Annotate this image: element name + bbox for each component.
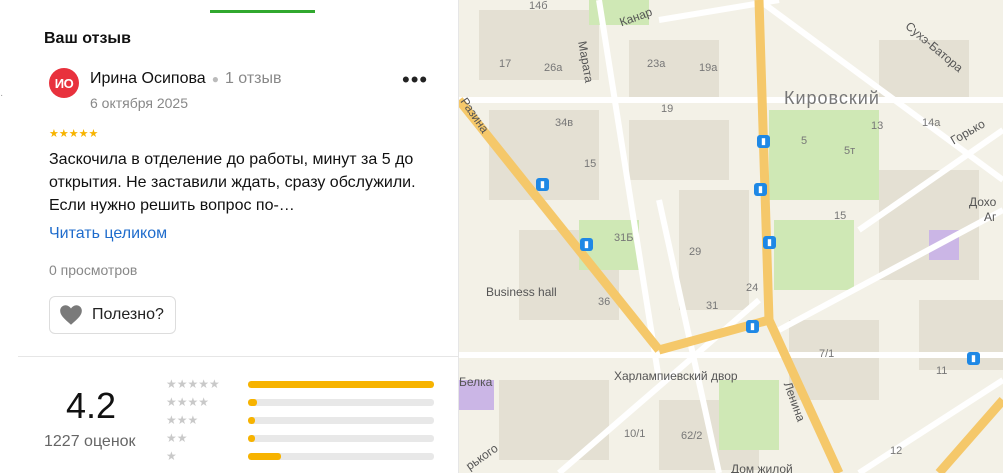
review-text: Заскочила в отделение до работы, минут з… [49, 151, 416, 214]
distribution-fill [248, 381, 434, 388]
section-title: Ваш отзыв [44, 30, 131, 47]
house-number: 5т [844, 145, 856, 157]
author-name[interactable]: Ирина Осипова [90, 70, 206, 87]
house-number: 17 [499, 58, 512, 70]
house-number: 15 [584, 158, 597, 170]
house-number: 12 [890, 445, 903, 457]
views-count: 0 просмотров [49, 262, 138, 278]
author-separator: ● [211, 72, 219, 86]
distribution-stars-2: ★★ [166, 431, 188, 445]
review-panel: Ваш отзыв ИО Ирина Осипова ● 1 отзыв 6 окт… [18, 0, 459, 473]
poi-dohod[interactable]: Дохо [969, 195, 996, 209]
poi-kharlampievsky[interactable]: Харлампиевский двор [614, 369, 738, 383]
bus-stop-icon[interactable]: ▮ [746, 320, 759, 333]
poi-belka[interactable]: Белка [459, 375, 492, 389]
distribution-bar-3 [248, 417, 434, 424]
map-view[interactable]: Марата Канар Разина Сухэ-Батора Горько Л… [459, 0, 1003, 473]
poi-ag[interactable]: Аг [984, 210, 996, 224]
distribution-stars-5: ★★★★★ [166, 377, 220, 391]
author-review-count: 1 отзыв [224, 70, 282, 87]
house-number: 14б [529, 0, 548, 12]
bus-stop-icon[interactable]: ▮ [763, 236, 776, 249]
useful-label: Полезно? [92, 306, 164, 323]
house-number: 15 [834, 210, 847, 222]
distribution-bar-2 [248, 435, 434, 442]
author-line: Ирина Осипова ● 1 отзыв [90, 70, 282, 88]
read-more-link[interactable]: Читать целиком [49, 225, 167, 243]
distribution-stars-1: ★ [166, 449, 177, 463]
house-number: 36 [598, 296, 611, 308]
distribution-fill [248, 453, 282, 460]
house-number: 26а [544, 62, 563, 74]
review-date: 6 октября 2025 [90, 95, 188, 111]
rating-count: 1227 оценок [44, 433, 136, 450]
section-divider [18, 356, 458, 357]
distribution-stars-3: ★★★ [166, 413, 199, 427]
review-rating-stars: ★★★★★ [49, 128, 99, 140]
more-options-button[interactable]: ••• [402, 69, 427, 94]
house-number: 23а [647, 58, 666, 70]
distribution-bar-5 [248, 381, 434, 388]
house-number: 13 [871, 120, 884, 132]
house-number: 19а [699, 62, 718, 74]
house-number: 62/2 [681, 430, 703, 442]
house-number: 10/1 [624, 428, 646, 440]
useful-button[interactable]: Полезно? [49, 296, 176, 334]
distribution-stars-4: ★★★★ [166, 395, 210, 409]
house-number: 31 [706, 300, 719, 312]
active-tab-indicator [210, 10, 315, 13]
bus-stop-icon[interactable]: ▮ [580, 238, 593, 251]
house-number: 11 [936, 365, 948, 377]
bus-stop-icon[interactable]: ▮ [757, 135, 770, 148]
left-edge-mark: · [0, 90, 4, 101]
district-label: Кировский [784, 88, 880, 108]
house-number: 14а [922, 117, 941, 129]
house-number: 19 [661, 103, 674, 115]
distribution-fill [248, 435, 256, 442]
house-number: 5 [801, 135, 808, 147]
bus-stop-icon[interactable]: ▮ [536, 178, 549, 191]
bus-stop-icon[interactable]: ▮ [754, 183, 767, 196]
bus-stop-icon[interactable]: ▮ [967, 352, 980, 365]
house-number: 7/1 [819, 348, 835, 360]
rating-score: 4.2 [66, 385, 117, 426]
distribution-bar-1 [248, 453, 434, 460]
house-number: 34в [555, 117, 574, 129]
poi-business-hall[interactable]: Business hall [486, 285, 557, 299]
map-canvas[interactable] [459, 0, 1003, 473]
house-number: 31Б [614, 232, 634, 244]
poi-dom[interactable]: Дом жилой [731, 462, 793, 473]
heart-icon [60, 305, 82, 325]
avatar[interactable]: ИО [49, 68, 79, 98]
house-number: 24 [746, 282, 759, 294]
distribution-fill [248, 399, 258, 406]
house-number: 29 [689, 246, 702, 258]
distribution-fill [248, 417, 256, 424]
distribution-bar-4 [248, 399, 434, 406]
